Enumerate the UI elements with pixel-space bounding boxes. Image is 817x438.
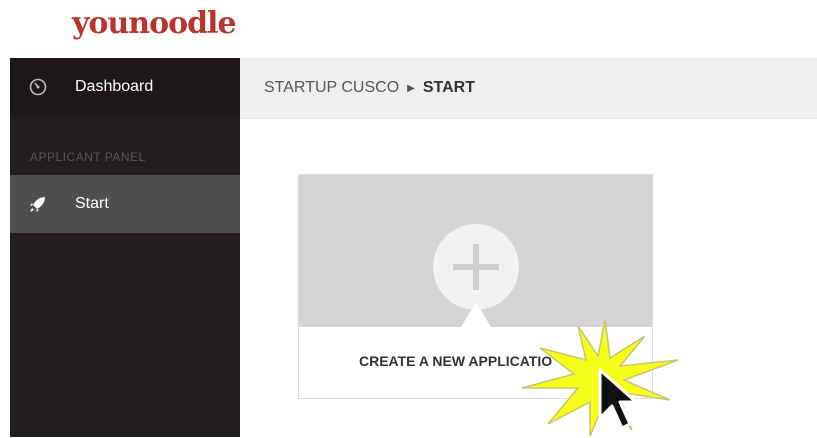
dashboard-icon (29, 78, 47, 96)
sidebar-item-label: Dashboard (75, 78, 154, 95)
sidebar-item-label: Start (75, 195, 109, 212)
plus-circle (433, 224, 519, 310)
card-pointer (461, 302, 491, 327)
rocket-icon (30, 197, 45, 212)
logo[interactable]: younoodle (72, 6, 237, 41)
breadcrumb: STARTUP CUSCO ▶ START (264, 79, 475, 97)
card-image-area (299, 175, 652, 327)
header: younoodle (0, 0, 817, 58)
breadcrumb-bar: STARTUP CUSCO ▶ START (240, 58, 817, 119)
sidebar-item-start[interactable]: Start (10, 175, 240, 233)
sidebar-item-dashboard[interactable]: Dashboard (10, 58, 240, 116)
breadcrumb-parent[interactable]: STARTUP CUSCO (264, 79, 399, 97)
click-burst-icon (521, 319, 679, 437)
breadcrumb-separator-icon: ▶ (407, 82, 415, 94)
plus-icon (453, 244, 499, 290)
sidebar: Dashboard APPLICANT PANEL Start (10, 58, 240, 437)
section-heading: APPLICANT PANEL (30, 150, 146, 164)
breadcrumb-current: START (422, 79, 475, 96)
